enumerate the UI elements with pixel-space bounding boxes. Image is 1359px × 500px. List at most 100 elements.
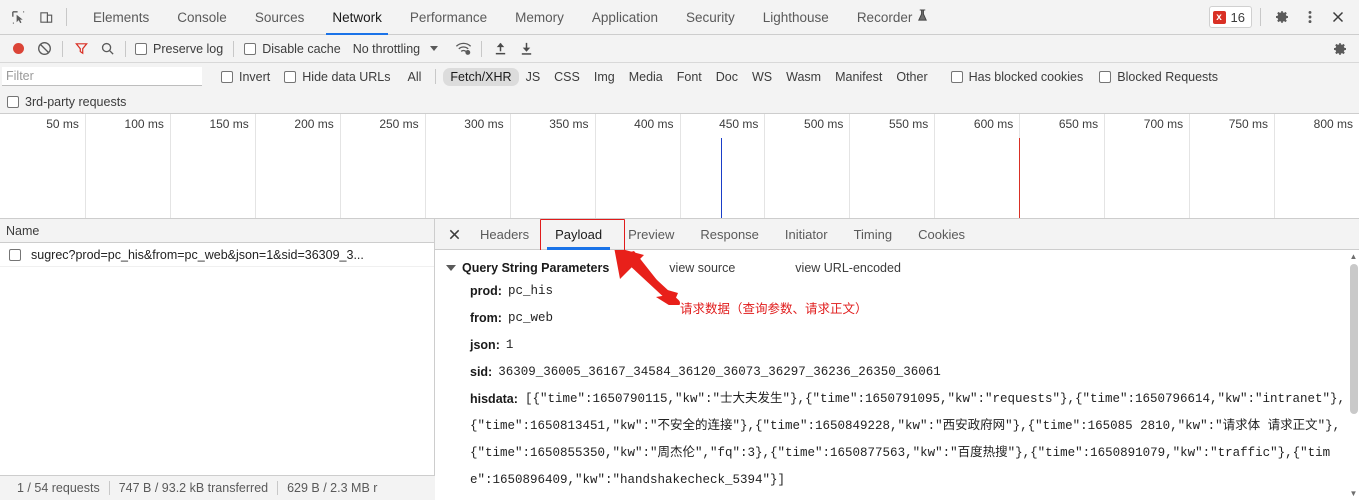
preserve-log-checkbox[interactable]: Preserve log: [135, 42, 223, 56]
device-toolbar-icon[interactable]: [32, 4, 60, 30]
wifi-settings-icon[interactable]: [450, 37, 476, 61]
third-party-requests-box[interactable]: [7, 95, 19, 108]
timeline-tick: [84, 114, 86, 218]
inspect-element-icon[interactable]: [4, 4, 32, 30]
hide-data-urls-checkbox[interactable]: Hide data URLs: [284, 69, 391, 84]
timeline-tick: [1104, 114, 1106, 218]
type-filter-manifest[interactable]: Manifest: [828, 68, 889, 86]
tab-initiator[interactable]: Initiator: [772, 219, 841, 250]
tab-performance[interactable]: Performance: [396, 0, 501, 35]
blocked-requests-box[interactable]: [1099, 70, 1112, 83]
close-icon[interactable]: [1325, 4, 1351, 30]
type-filter-media[interactable]: Media: [622, 68, 670, 86]
view-source-link[interactable]: view source: [669, 261, 735, 275]
type-filter-js[interactable]: JS: [519, 68, 548, 86]
has-blocked-cookies-box[interactable]: [950, 70, 963, 83]
disable-cache-box[interactable]: [244, 42, 257, 55]
tab-recorder[interactable]: Recorder: [843, 0, 943, 35]
tab-elements[interactable]: Elements: [79, 0, 163, 35]
tab-headers-label: Headers: [480, 226, 530, 242]
throttling-select-label[interactable]: No throttling: [353, 42, 420, 56]
blocked-requests-checkbox[interactable]: Blocked Requests: [1099, 70, 1218, 84]
network-settings-gear-icon[interactable]: [1327, 37, 1353, 61]
tab-application-label: Application: [591, 9, 658, 25]
param-value-from[interactable]: pc_web: [508, 305, 553, 332]
invert-label: Invert: [239, 69, 271, 84]
record-dot-icon[interactable]: [5, 37, 31, 61]
param-row-prod: prod: pc_his: [435, 278, 1359, 305]
type-filter-wasm[interactable]: Wasm: [779, 68, 828, 86]
type-filter-doc[interactable]: Doc: [709, 68, 745, 86]
param-value-hisdata[interactable]: [{"time":1650790115,"kw":"士大夫发生"},{"time…: [470, 392, 1345, 487]
tab-memory-label: Memory: [515, 9, 564, 25]
tab-console[interactable]: Console: [163, 0, 241, 35]
tab-lighthouse[interactable]: Lighthouse: [749, 0, 843, 35]
type-filter-font[interactable]: Font: [670, 68, 709, 86]
type-filter-css[interactable]: CSS: [547, 68, 587, 86]
preserve-log-box[interactable]: [135, 42, 147, 55]
type-filter-all[interactable]: All: [401, 68, 429, 86]
error-count-badge[interactable]: x 16: [1208, 6, 1252, 28]
filter-input[interactable]: [2, 67, 202, 86]
hide-data-urls-label: Hide data URLs: [302, 69, 391, 84]
type-filter-fetch-xhr[interactable]: Fetch/XHR: [443, 67, 519, 86]
tab-memory[interactable]: Memory: [501, 0, 578, 35]
tab-network[interactable]: Network: [318, 0, 396, 35]
query-string-parameters-section[interactable]: Query String Parameters view source view…: [435, 258, 1359, 278]
type-filter-divider: [435, 69, 437, 84]
scroll-up-arrow-icon[interactable]: ▲: [1349, 252, 1358, 261]
third-party-requests-checkbox[interactable]: 3rd-party requests: [7, 95, 126, 109]
scroll-thumb[interactable]: [1350, 264, 1358, 414]
tab-response[interactable]: Response: [687, 219, 772, 250]
timeline-tick-label: 350 ms: [549, 117, 589, 131]
funnel-icon[interactable]: [68, 37, 94, 61]
tab-elements-label: Elements: [93, 9, 150, 25]
triangle-expanded-icon[interactable]: [446, 265, 456, 271]
type-filter-ws[interactable]: WS: [745, 68, 779, 86]
param-value-json[interactable]: 1: [506, 332, 514, 359]
disable-cache-checkbox[interactable]: Disable cache: [244, 42, 341, 56]
invert-checkbox[interactable]: Invert: [221, 70, 270, 84]
param-row-sid: sid: 36309_36005_36167_34584_36120_36073…: [435, 359, 1359, 386]
table-row[interactable]: sugrec?prod=pc_his&from=pc_web&json=1&si…: [0, 243, 434, 267]
upload-arrow-icon[interactable]: [487, 37, 513, 61]
param-value-prod[interactable]: pc_his: [508, 278, 553, 305]
timeline-tick: [339, 114, 341, 218]
invert-box[interactable]: [221, 70, 233, 83]
type-filter-other[interactable]: Other: [889, 68, 934, 86]
timeline-tick: [424, 114, 426, 218]
search-icon[interactable]: [94, 37, 120, 61]
request-list-empty-area: [0, 267, 434, 500]
chevron-down-icon[interactable]: [430, 46, 439, 51]
hide-data-urls-box[interactable]: [284, 70, 297, 83]
request-row-checkbox[interactable]: [9, 248, 21, 261]
tab-sources-label: Sources: [254, 9, 305, 25]
timeline-tick-label: 400 ms: [634, 117, 674, 131]
param-value-sid[interactable]: 36309_36005_36167_34584_36120_36073_3629…: [498, 359, 941, 386]
scroll-down-arrow-icon[interactable]: ▼: [1349, 489, 1358, 498]
close-icon[interactable]: [441, 221, 467, 247]
clear-no-entry-icon[interactable]: [31, 37, 57, 61]
tab-preview-label: Preview: [628, 226, 675, 242]
details-scrollbar[interactable]: ▲ ▼: [1348, 250, 1359, 500]
tab-application[interactable]: Application: [578, 0, 672, 35]
tab-sources[interactable]: Sources: [241, 0, 319, 35]
tab-payload[interactable]: Payload: [542, 219, 615, 250]
tab-timing[interactable]: Timing: [841, 219, 906, 250]
load-event-line: [1019, 138, 1020, 218]
timeline-tick: [169, 114, 171, 218]
has-blocked-cookies-checkbox[interactable]: Has blocked cookies: [950, 70, 1083, 84]
download-arrow-icon[interactable]: [513, 37, 539, 61]
tab-headers[interactable]: Headers: [467, 219, 542, 250]
type-filter-img[interactable]: Img: [587, 68, 622, 86]
gear-icon[interactable]: [1269, 4, 1295, 30]
network-overview-timeline[interactable]: 50 ms 100 ms 150 ms 200 ms 250 ms 300 ms 350 m…: [0, 114, 1359, 219]
view-url-encoded-link[interactable]: view URL-encoded: [795, 261, 901, 275]
main-tab-list: Elements Console Sources Network Perform…: [79, 0, 942, 35]
annotation-callout-text: 请求数据（查询参数、请求正文）: [680, 302, 868, 316]
tab-security[interactable]: Security: [672, 0, 749, 35]
tab-cookies[interactable]: Cookies: [905, 219, 978, 250]
kebab-menu-icon[interactable]: [1297, 4, 1323, 30]
tab-preview[interactable]: Preview: [615, 219, 687, 250]
column-header-name[interactable]: Name: [6, 224, 39, 238]
